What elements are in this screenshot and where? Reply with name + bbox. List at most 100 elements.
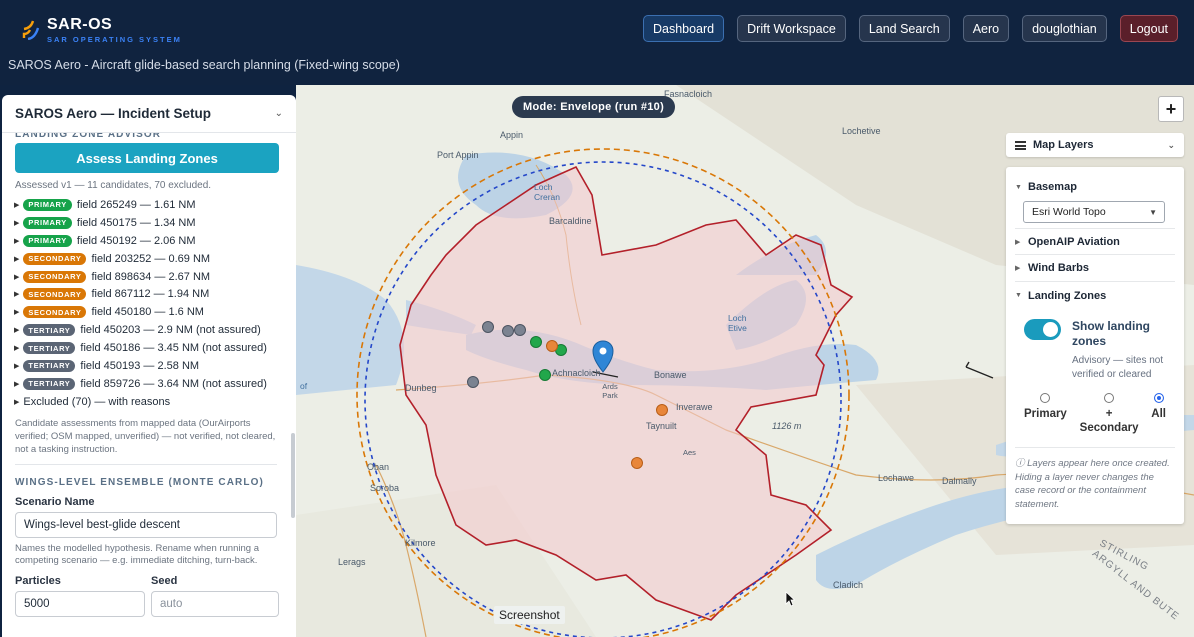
lz-item-text: field 450203 — 2.9 NM (not assured) (80, 324, 261, 337)
particles-seed-row: Particles 5000 Seed auto (2, 575, 290, 617)
caret-right-icon: ▶ (14, 237, 20, 245)
landing-zone-list: ▶ PRIMARY field 265249 — 1.61 NM ▶ PRIMARY f… (2, 196, 290, 411)
lz-marker-tertiary[interactable] (467, 376, 479, 388)
section-divider (15, 463, 277, 465)
tier-filter-radios: Primary + Secondary All (1024, 393, 1166, 435)
lz-marker-primary[interactable] (530, 336, 542, 348)
radio-dot-selected (1153, 393, 1164, 403)
mouse-cursor-icon (785, 591, 795, 607)
lz-item-text: field 450175 — 1.34 NM (76, 216, 196, 229)
lz-marker-primary[interactable] (539, 369, 551, 381)
nav-drift-workspace-button[interactable]: Drift Workspace (737, 15, 846, 42)
radio-dot (1040, 393, 1051, 403)
basemap-select[interactable]: Esri World Topo ▼ (1023, 201, 1165, 223)
radio-all[interactable]: All (1151, 393, 1166, 435)
tier-badge: SECONDARY (23, 306, 87, 319)
list-item[interactable]: ▶ PRIMARY field 450175 — 1.34 NM (2, 214, 290, 232)
lz-item-text: field 450193 — 2.58 NM (80, 359, 200, 372)
user-menu-button[interactable]: douglothian (1022, 15, 1107, 42)
tier-badge: TERTIARY (23, 377, 76, 390)
signal-waves-icon (22, 20, 40, 40)
excluded-text: Excluded (70) — with reasons (23, 395, 171, 408)
list-item[interactable]: ▶ SECONDARY field 867112 — 1.94 NM (2, 285, 290, 303)
layer-landing-zones-label: Landing Zones (1028, 289, 1107, 302)
tier-badge: PRIMARY (23, 234, 72, 247)
scenario-name-help: Names the modelled hypothesis. Rename wh… (15, 542, 259, 567)
nav-dashboard-button[interactable]: Dashboard (642, 15, 725, 42)
panel-scroll-area[interactable]: LANDING ZONE ADVISOR Assess Landing Zone… (2, 133, 290, 637)
app-logo[interactable]: SAR-OS SAR OPERATING SYSTEM (22, 16, 182, 44)
show-landing-zones-row: Show landing zones Advisory — sites not … (1024, 319, 1175, 381)
list-item[interactable]: ▶ SECONDARY field 203252 — 0.69 NM (2, 250, 290, 268)
lz-item-text: field 265249 — 1.61 NM (76, 198, 196, 211)
seed-input[interactable]: auto (151, 590, 279, 617)
nav-aero-button[interactable]: Aero (962, 15, 1010, 42)
list-item[interactable]: ▶ TERTIARY field 450186 — 3.45 NM (not ass… (2, 339, 290, 357)
lz-item-text: field 898634 — 2.67 NM (91, 270, 211, 283)
section-wings-level-ensemble: WINGS-LEVEL ENSEMBLE (MONTE CARLO) (15, 476, 264, 488)
basemap-select-value: Esri World Topo (1032, 206, 1106, 218)
layer-landing-zones-header[interactable]: ▼ Landing Zones (1015, 282, 1175, 309)
radio-secondary-label: + Secondary (1079, 408, 1139, 434)
incident-setup-header[interactable]: SAROS Aero — Incident Setup ⌄ (2, 95, 296, 133)
lz-marker-secondary[interactable] (546, 340, 558, 352)
app-title: SAR-OS (47, 16, 113, 33)
incident-location-pin-icon[interactable] (592, 340, 614, 373)
lz-item-text: field 867112 — 1.94 NM (91, 288, 210, 301)
app-tagline: SAR OPERATING SYSTEM (47, 35, 182, 44)
lz-marker-secondary[interactable] (631, 457, 643, 469)
lz-marker-tertiary[interactable] (514, 324, 526, 336)
particles-input[interactable]: 5000 (15, 590, 145, 617)
show-landing-zones-toggle[interactable] (1024, 319, 1061, 340)
layer-basemap-label: Basemap (1028, 181, 1077, 193)
lz-marker-secondary[interactable] (656, 404, 668, 416)
lz-marker-tertiary[interactable] (482, 321, 494, 333)
seed-label: Seed (151, 574, 178, 587)
lz-item-text: field 450180 — 1.6 NM (91, 306, 204, 319)
list-item[interactable]: ▶ TERTIARY field 450203 — 2.9 NM (not assu… (2, 321, 290, 339)
lz-item-text: field 203252 — 0.69 NM (91, 252, 211, 265)
list-item[interactable]: ▶ SECONDARY field 450180 — 1.6 NM (2, 303, 290, 321)
list-item[interactable]: ▶ SECONDARY field 898634 — 2.67 NM (2, 268, 290, 286)
list-item[interactable]: ▶ TERTIARY field 859726 — 3.64 NM (not ass… (2, 375, 290, 393)
radio-primary[interactable]: Primary (1024, 393, 1067, 435)
radio-all-label: All (1151, 408, 1166, 420)
map-layers-title: Map Layers (1033, 139, 1094, 151)
layer-wind-barbs-label: Wind Barbs (1028, 262, 1090, 274)
section-landing-zone-advisor: LANDING ZONE ADVISOR (15, 133, 162, 140)
zoom-in-button[interactable]: + (1158, 96, 1184, 122)
caret-right-icon: ▶ (14, 219, 20, 227)
mode-indicator: Mode: Envelope (run #10) (512, 96, 676, 118)
tier-badge: PRIMARY (23, 216, 72, 229)
incident-setup-panel: SAROS Aero — Incident Setup ⌄ LANDING ZO… (2, 95, 296, 637)
assess-landing-zones-button[interactable]: Assess Landing Zones (15, 143, 279, 173)
map-layers-toggle[interactable]: Map Layers ⌄ (1006, 133, 1184, 157)
radio-dot (1104, 393, 1115, 403)
nav-land-search-button[interactable]: Land Search (858, 15, 950, 42)
list-item[interactable]: ▶ TERTIARY field 450193 — 2.58 NM (2, 357, 290, 375)
radio-secondary[interactable]: + Secondary (1079, 393, 1139, 435)
candidate-disclaimer: Candidate assessments from mapped data (… (15, 417, 276, 455)
tier-badge: PRIMARY (23, 198, 72, 211)
layer-wind-barbs-toggle[interactable]: ▶ Wind Barbs (1015, 255, 1175, 282)
lz-marker-tertiary[interactable] (502, 325, 514, 337)
scenario-name-input[interactable]: Wings-level best-glide descent (15, 511, 277, 538)
map-canvas[interactable]: Appin Port Appin Fasnacloich Lochetive L… (296, 85, 1194, 637)
logout-button[interactable]: Logout (1119, 15, 1178, 42)
panel-scrollbar[interactable] (291, 433, 295, 518)
list-item[interactable]: ▶ PRIMARY field 265249 — 1.61 NM (2, 196, 290, 214)
menu-icon (1015, 140, 1026, 150)
screenshot-button[interactable]: Screenshot (494, 606, 565, 624)
excluded-list-item[interactable]: ▶ Excluded (70) — with reasons (2, 393, 290, 411)
layer-basemap-header[interactable]: ▼ Basemap (1015, 177, 1175, 197)
list-item[interactable]: ▶ PRIMARY field 450192 — 2.06 NM (2, 232, 290, 250)
chevron-down-icon: ⌄ (1167, 139, 1175, 150)
map-layers-panel: ▼ Basemap Esri World Topo ▼ ▶ OpenAIP Av… (1006, 167, 1184, 524)
layer-openaip-toggle[interactable]: ▶ OpenAIP Aviation (1015, 228, 1175, 255)
main-nav: Dashboard Drift Workspace Land Search Ae… (642, 15, 1178, 42)
tier-badge: SECONDARY (23, 288, 87, 301)
caret-right-icon: ▶ (14, 380, 20, 388)
panel-title: SAROS Aero — Incident Setup (15, 106, 212, 121)
scenario-name-label: Scenario Name (15, 495, 95, 508)
caret-down-icon: ▼ (1015, 292, 1022, 299)
